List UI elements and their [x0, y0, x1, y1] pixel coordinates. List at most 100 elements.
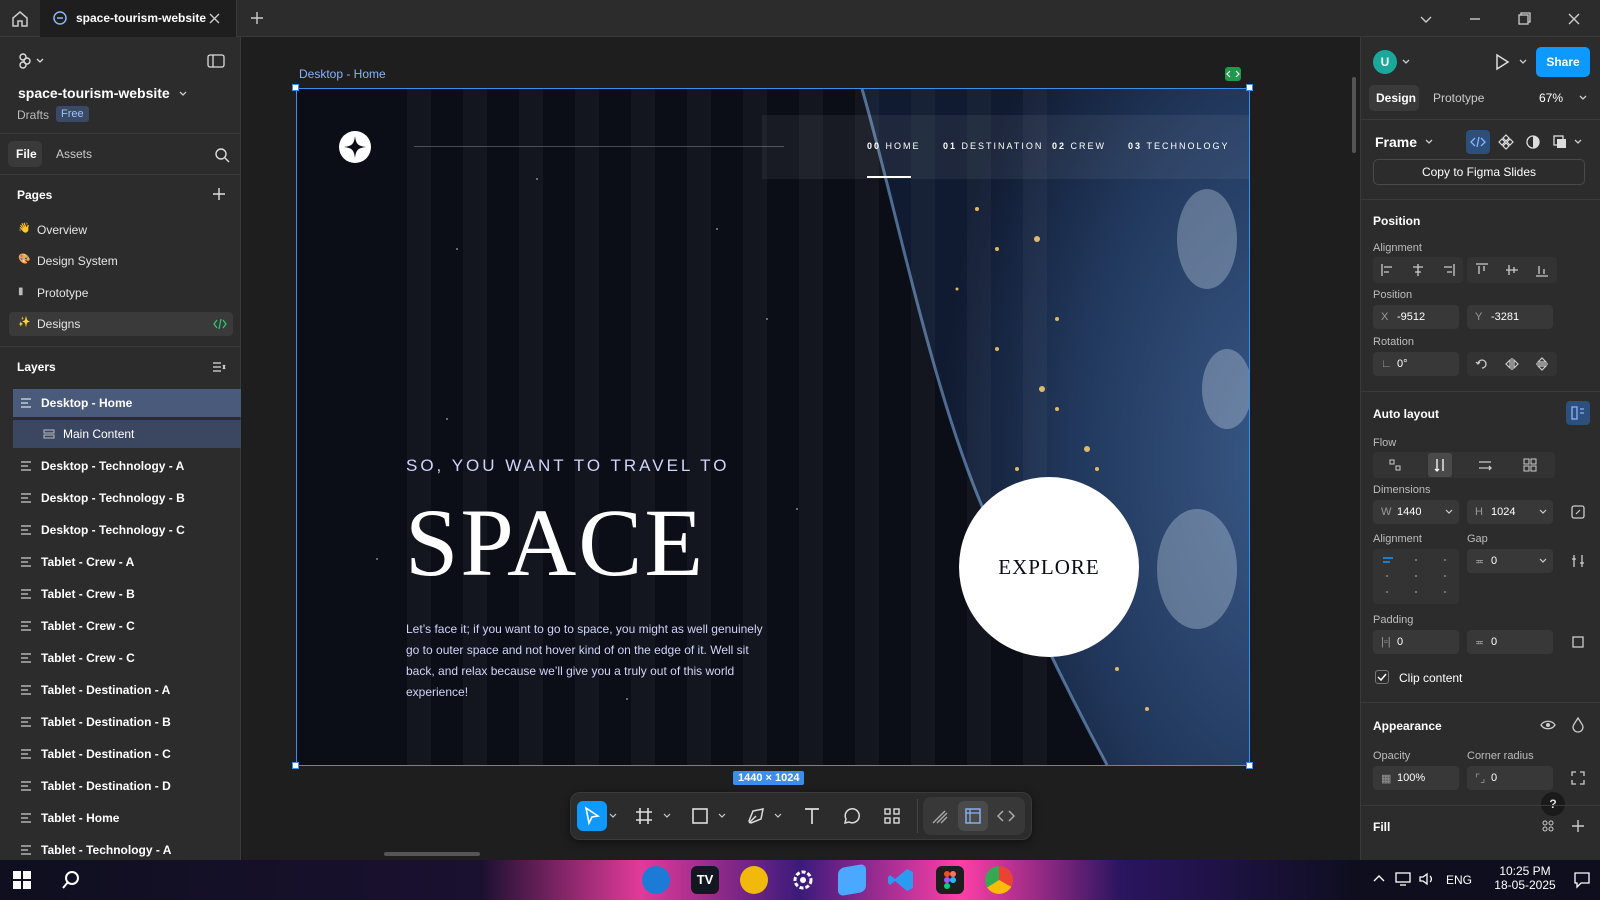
gap-field[interactable]: ≖ 0 [1467, 549, 1553, 573]
resize-handle[interactable] [1246, 762, 1253, 769]
tray-chevron-icon[interactable] [1372, 872, 1386, 886]
grid-flow-icon[interactable] [1518, 453, 1542, 477]
restore-icon[interactable] [1514, 9, 1534, 29]
resize-to-fit-icon[interactable] [1566, 500, 1590, 524]
crypto-app-icon[interactable] [740, 866, 768, 894]
corner-radius-field[interactable]: ⌜⌟ 0 [1467, 766, 1553, 790]
rotate-icon[interactable] [1470, 352, 1494, 376]
language-indicator[interactable]: ENG [1446, 873, 1472, 887]
tab-space-tourism[interactable]: space-tourism-website [40, 0, 237, 37]
page-designs[interactable]: ✨ Designs [9, 312, 233, 336]
share-button[interactable]: Share [1536, 47, 1590, 77]
chevron-down-icon[interactable] [663, 813, 671, 819]
align-middle-icon[interactable] [1500, 258, 1524, 282]
tradingview-icon[interactable]: TV [691, 866, 719, 894]
independent-corners-icon[interactable] [1566, 766, 1590, 790]
chrome-icon[interactable] [985, 866, 1013, 894]
tab-file[interactable]: File [8, 141, 42, 167]
layer-item[interactable]: Tablet - Destination - A [13, 676, 241, 704]
flip-horizontal-icon[interactable] [1500, 352, 1524, 376]
dev-ready-toggle-icon[interactable] [1466, 130, 1490, 154]
windows-start-icon[interactable] [12, 870, 32, 890]
draw-mode-icon[interactable] [925, 801, 955, 831]
resize-handle[interactable] [1246, 84, 1253, 91]
layer-item[interactable]: Tablet - Crew - B [13, 580, 241, 608]
layer-item[interactable]: Tablet - Crew - A [13, 548, 241, 576]
new-tab-icon[interactable] [250, 11, 264, 25]
chevron-down-icon[interactable] [1539, 558, 1547, 564]
help-icon[interactable]: ? [1541, 792, 1565, 816]
close-tab-icon[interactable] [208, 12, 221, 25]
chevron-down-icon[interactable] [718, 813, 726, 819]
chevron-down-icon[interactable] [774, 813, 782, 819]
taskbar-search-icon[interactable] [60, 869, 82, 891]
individual-padding-icon[interactable] [1566, 630, 1590, 654]
close-window-icon[interactable] [1564, 9, 1584, 29]
opacity-field[interactable]: ▦ 100% [1373, 766, 1459, 790]
layer-desktop-home[interactable]: Desktop - Home [13, 389, 241, 417]
chevron-down-icon[interactable] [1539, 509, 1547, 515]
layer-item[interactable]: Tablet - Destination - B [13, 708, 241, 736]
page-overview[interactable]: 👋 Overview [9, 218, 233, 242]
component-icon[interactable] [1494, 130, 1518, 154]
align-top-icon[interactable] [1470, 258, 1494, 282]
tab-assets[interactable]: Assets [56, 147, 92, 161]
frame-heading[interactable]: Frame [1375, 134, 1417, 150]
layer-item[interactable]: Tablet - Home [13, 804, 241, 832]
file-explorer-icon[interactable] [838, 863, 866, 897]
clip-content-checkbox[interactable] [1375, 670, 1389, 684]
play-icon[interactable] [1494, 53, 1510, 71]
align-bottom-icon[interactable] [1530, 258, 1554, 282]
add-fill-icon[interactable] [1566, 814, 1590, 838]
move-tool-icon[interactable] [577, 801, 607, 831]
eye-icon[interactable] [1536, 713, 1560, 737]
layer-item[interactable]: Tablet - Destination - C [13, 740, 241, 768]
avatar[interactable]: U [1373, 50, 1397, 74]
tab-design[interactable]: Design [1369, 85, 1419, 111]
file-name[interactable]: space-tourism-website [18, 85, 170, 101]
align-left-icon[interactable] [1376, 258, 1400, 282]
horizontal-flow-icon[interactable] [1473, 453, 1497, 477]
home-icon[interactable] [10, 9, 30, 29]
layer-main-content[interactable]: Main Content [13, 420, 241, 448]
collapse-layers-icon[interactable] [212, 360, 226, 374]
alignment-grid[interactable] [1373, 549, 1459, 604]
chevron-down-icon[interactable] [1518, 58, 1528, 66]
canvas[interactable]: Desktop - Home 00 HOME 01 DESTINATION 02… [241, 37, 1360, 860]
page-design-system[interactable]: 🎨 Design System [9, 249, 233, 273]
horizontal-scrollbar[interactable] [384, 852, 480, 856]
align-right-icon[interactable] [1436, 258, 1460, 282]
copy-to-slides-button[interactable]: Copy to Figma Slides [1373, 159, 1585, 185]
styles-icon[interactable] [1536, 814, 1560, 838]
dev-ready-icon[interactable] [1225, 67, 1241, 81]
settings-gear-icon[interactable] [789, 866, 817, 894]
auto-layout-toggle-icon[interactable] [1566, 401, 1590, 425]
design-mode-icon[interactable] [958, 801, 988, 831]
freeform-flow-icon[interactable] [1383, 453, 1407, 477]
actions-tool-icon[interactable] [877, 801, 907, 831]
flip-vertical-icon[interactable] [1530, 352, 1554, 376]
file-chevron-icon[interactable] [178, 89, 188, 99]
text-tool-icon[interactable] [797, 801, 827, 831]
chevron-down-icon[interactable] [609, 813, 617, 819]
boolean-icon[interactable] [1548, 130, 1572, 154]
x-position-field[interactable]: X -9512 [1373, 305, 1459, 329]
layer-item[interactable]: Desktop - Technology - C [13, 516, 241, 544]
resize-handle[interactable] [292, 84, 299, 91]
vscode-icon[interactable] [887, 866, 915, 894]
frame-tool-icon[interactable] [629, 801, 659, 831]
notifications-icon[interactable] [1573, 871, 1591, 889]
frame-label[interactable]: Desktop - Home [299, 67, 386, 81]
drafts-label[interactable]: Drafts [17, 108, 49, 122]
vertical-scrollbar[interactable] [1352, 77, 1356, 153]
layer-item[interactable]: Tablet - Technology - A [13, 836, 241, 860]
mask-icon[interactable] [1521, 130, 1545, 154]
chevron-down-icon[interactable] [1445, 509, 1453, 515]
network-icon[interactable] [1394, 871, 1412, 887]
align-center-icon[interactable] [1406, 258, 1430, 282]
minimize-icon[interactable] [1465, 9, 1485, 29]
chevron-down-icon[interactable] [1401, 58, 1411, 66]
chevron-down-icon[interactable] [1578, 94, 1588, 102]
blend-mode-icon[interactable] [1566, 713, 1590, 737]
width-field[interactable]: W 1440 [1373, 500, 1459, 524]
